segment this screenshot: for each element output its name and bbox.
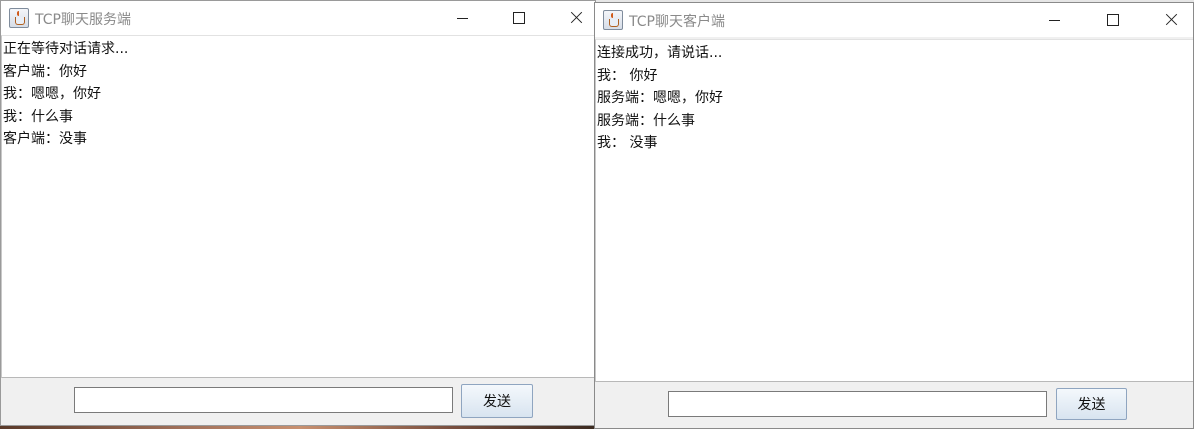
chat-line: 正在等待对话请求... <box>3 41 129 57</box>
server-message-input[interactable] <box>74 387 453 413</box>
chat-line: 连接成功，请说话... <box>597 45 723 61</box>
maximize-icon[interactable] <box>495 4 541 32</box>
java-app-icon <box>603 10 623 30</box>
client-window: TCP聊天客户端 连接成功，请说话... 我： 你好 服务端：嗯嗯，你好 服务端… <box>594 2 1194 429</box>
close-icon[interactable] <box>553 4 599 32</box>
server-input-bar: 发送 <box>1 377 595 425</box>
server-window: TCP聊天服务端 正在等待对话请求... 客户端：你好 我：嗯嗯，你好 我：什么… <box>0 0 596 426</box>
client-message-input[interactable] <box>668 391 1047 417</box>
close-icon[interactable] <box>1148 6 1194 34</box>
chat-line: 服务端：嗯嗯，你好 <box>597 90 723 106</box>
server-send-button[interactable]: 发送 <box>461 384 533 418</box>
chat-line: 我：什么事 <box>3 108 73 125</box>
maximize-icon[interactable] <box>1089 6 1135 34</box>
client-titlebar[interactable]: TCP聊天客户端 <box>595 3 1193 37</box>
server-window-title: TCP聊天服务端 <box>35 12 131 28</box>
client-input-bar: 发送 <box>595 380 1193 428</box>
minimize-icon[interactable] <box>1031 6 1077 34</box>
chat-line: 我：嗯嗯，你好 <box>3 86 101 102</box>
client-chat-log[interactable]: 连接成功，请说话... 我： 你好 服务端：嗯嗯，你好 服务端：什么事 我： 没… <box>595 39 1193 382</box>
chat-line: 客户端：没事 <box>3 131 87 147</box>
client-send-button[interactable]: 发送 <box>1056 388 1127 420</box>
java-app-icon <box>9 8 29 28</box>
chat-line: 我： 没事 <box>597 135 658 151</box>
server-chat-log[interactable]: 正在等待对话请求... 客户端：你好 我：嗯嗯，你好 我：什么事 客户端：没事 <box>1 35 595 378</box>
server-titlebar[interactable]: TCP聊天服务端 <box>1 1 595 35</box>
chat-line: 服务端：什么事 <box>597 112 695 129</box>
client-window-title: TCP聊天客户端 <box>629 14 725 30</box>
chat-line: 我： 你好 <box>597 67 658 84</box>
minimize-icon[interactable] <box>439 4 485 32</box>
chat-line: 客户端：你好 <box>3 63 87 80</box>
